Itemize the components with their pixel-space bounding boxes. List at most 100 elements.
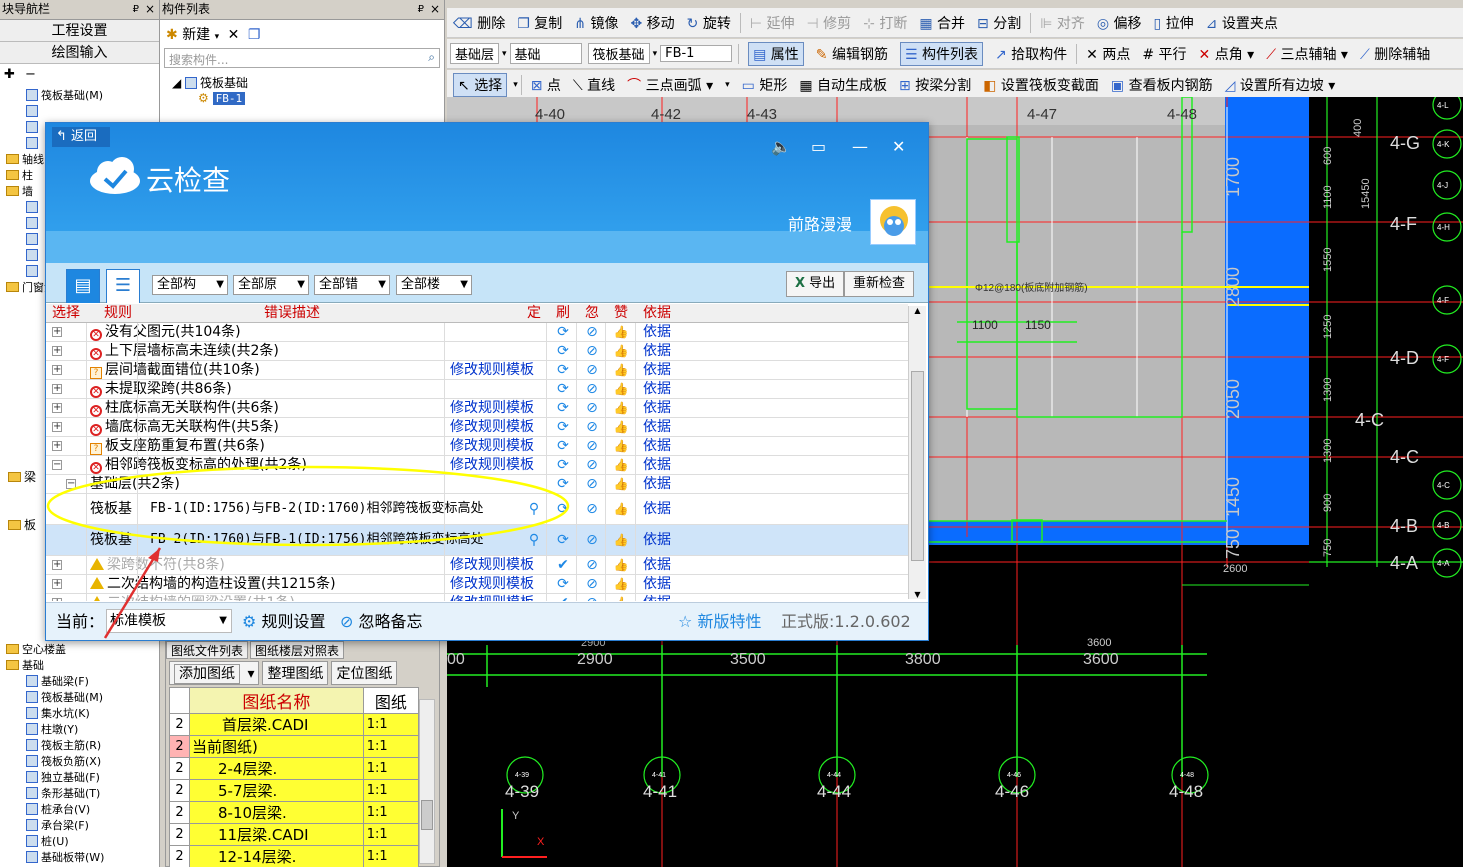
expand-icon[interactable]: + bbox=[52, 441, 62, 451]
two-point-button[interactable]: ✕ 两点 bbox=[1086, 44, 1130, 64]
toolbar-button-12[interactable]: ▯ 拉伸 bbox=[1154, 13, 1194, 33]
point-angle-button[interactable]: ✕ 点角 ▾ bbox=[1199, 44, 1255, 64]
modify-rule-template-link[interactable]: 修改规则模板 bbox=[450, 594, 534, 601]
error-group-row[interactable]: + ✕ 墙底标高无关联构件(共5条) 修改规则模板 ⟳ ⊘ 👍 依据 bbox=[46, 418, 908, 437]
close-icon[interactable]: ✕ bbox=[892, 137, 905, 156]
toolbar-button-9[interactable]: ⊟ 分割 bbox=[977, 13, 1021, 33]
avatar[interactable] bbox=[870, 199, 916, 245]
filter-cause[interactable]: 全部原 ▼ bbox=[233, 275, 309, 295]
scroll-thumb[interactable] bbox=[421, 800, 433, 830]
scroll-up-icon[interactable]: ▲ bbox=[909, 306, 926, 315]
drawing-row[interactable]: 2 11层梁.CADI 1:1 bbox=[169, 823, 420, 846]
pin-icon[interactable]: ₽ bbox=[133, 0, 139, 19]
ignore-icon[interactable]: ⊘ bbox=[582, 399, 602, 417]
chevron-down-icon[interactable]: ▾ bbox=[513, 80, 518, 90]
nav-tree-item[interactable]: 筏板基础(M) bbox=[0, 690, 159, 706]
error-group-row[interactable]: + ✕ 未提取梁跨(共86条) ⟳ ⊘ 👍 依据 bbox=[46, 380, 908, 399]
toolbar-button-7[interactable]: ⊹ 打断 bbox=[863, 13, 907, 33]
basis-link[interactable]: 依据 bbox=[643, 475, 671, 493]
basis-link[interactable]: 依据 bbox=[643, 594, 671, 601]
locate-icon[interactable] bbox=[524, 323, 544, 341]
pin-icon[interactable]: ₽ bbox=[418, 0, 424, 19]
drawing-row[interactable]: 2 2-4层梁. 1:1 bbox=[169, 757, 420, 780]
ignore-icon[interactable]: ⊘ bbox=[582, 418, 602, 436]
error-group-row[interactable]: +? 层间墙截面错位(共10条) 修改规则模板 ⟳ ⊘ 👍 依据 bbox=[46, 361, 908, 380]
expand-icon[interactable]: + bbox=[52, 579, 62, 589]
properties-button[interactable]: ▤ 属性 bbox=[748, 41, 804, 66]
error-group-row[interactable]: + 二次结构墙的圈梁设置(共1条) 修改规则模板 ✔ ⊘ 👍 依据 bbox=[46, 594, 908, 601]
export-button[interactable]: X 导出 bbox=[786, 271, 845, 297]
basis-link[interactable]: 依据 bbox=[643, 525, 671, 555]
select-button[interactable]: ↖ 选择 bbox=[453, 72, 508, 97]
expand-icon[interactable]: + bbox=[52, 403, 62, 413]
locate-icon[interactable] bbox=[524, 380, 544, 398]
delete-icon[interactable]: ✕ bbox=[228, 27, 240, 43]
split-by-beam-button[interactable]: ⊞ 按梁分割 bbox=[899, 75, 971, 95]
toolbar-button-6[interactable]: ⊣ 修剪 bbox=[806, 13, 851, 33]
list-view-icon[interactable]: ▤ bbox=[66, 269, 100, 303]
basis-link[interactable]: 依据 bbox=[643, 361, 671, 379]
basis-link[interactable]: 依据 bbox=[643, 456, 671, 474]
expand-icon[interactable]: + bbox=[52, 422, 62, 432]
error-group-row[interactable]: + 梁跨数不符(共8条) 修改规则模板 ✔ ⊘ 👍 依据 bbox=[46, 556, 908, 575]
nav-tree-item[interactable]: 桩承台(V) bbox=[0, 802, 159, 818]
toolbar-button-4[interactable]: ↻ 旋转 bbox=[687, 13, 731, 33]
error-group-row[interactable]: + ✕ 上下层墙标高未连续(共2条) ⟳ ⊘ 👍 依据 bbox=[46, 342, 908, 361]
locate-icon[interactable] bbox=[524, 437, 544, 455]
like-icon[interactable]: 👍 bbox=[611, 323, 631, 341]
ignore-icon[interactable]: ⊘ bbox=[582, 575, 602, 593]
nav-tree-item[interactable]: 筏板负筋(X) bbox=[0, 754, 159, 770]
basis-link[interactable]: 依据 bbox=[643, 323, 671, 341]
nav-tree-item[interactable] bbox=[0, 104, 159, 120]
filter-component[interactable]: 全部构 ▼ bbox=[152, 275, 228, 295]
line-button[interactable]: ⟍ 直线 bbox=[573, 75, 615, 95]
template-select[interactable]: 标准模板 ▼ bbox=[106, 609, 232, 633]
refresh-icon[interactable]: ⟳ bbox=[553, 380, 573, 398]
like-icon[interactable]: 👍 bbox=[611, 399, 631, 417]
tree-item-selected[interactable]: ⚙ FB-1 bbox=[172, 91, 444, 105]
nav-tree-item[interactable]: 柱墩(Y) bbox=[0, 722, 159, 738]
refresh-icon[interactable]: ⟳ bbox=[553, 399, 573, 417]
basis-link[interactable]: 依据 bbox=[643, 437, 671, 455]
like-icon[interactable]: 👍 bbox=[611, 437, 631, 455]
organize-drawing-button[interactable]: 整理图纸 bbox=[262, 661, 329, 685]
refresh-icon[interactable]: ✔ bbox=[553, 556, 573, 574]
refresh-icon[interactable]: ⟳ bbox=[553, 323, 573, 341]
expand-icon[interactable]: + bbox=[52, 598, 62, 601]
like-icon[interactable]: 👍 bbox=[611, 594, 631, 601]
locate-icon[interactable] bbox=[524, 342, 544, 360]
edit-rebar-button[interactable]: ✎ 编辑钢筋 bbox=[816, 44, 888, 64]
draw-input-button[interactable]: 绘图输入 bbox=[0, 42, 159, 64]
nav-side-label-slab[interactable]: 板 bbox=[8, 516, 36, 533]
close-icon[interactable]: × bbox=[430, 0, 440, 19]
error-group-row[interactable]: + ✕ 柱底标高无关联构件(共6条) 修改规则模板 ⟳ ⊘ 👍 依据 bbox=[46, 399, 908, 418]
ignore-icon[interactable]: ⊘ bbox=[582, 437, 602, 455]
ignore-icon[interactable]: ⊘ bbox=[582, 380, 602, 398]
drawing-row[interactable]: 2 5-7层梁. 1:1 bbox=[169, 779, 420, 802]
close-icon[interactable]: × bbox=[145, 0, 155, 19]
nav-tree-item[interactable]: 基础 bbox=[0, 658, 159, 674]
toolbar-button-8[interactable]: ▦ 合并 bbox=[919, 13, 965, 33]
locate-icon[interactable] bbox=[524, 575, 544, 593]
like-icon[interactable]: 👍 bbox=[611, 475, 631, 493]
toolbar-button-5[interactable]: ⊢ 延伸 bbox=[750, 13, 795, 33]
nav-tree-item[interactable]: 空心楼盖 bbox=[0, 642, 159, 658]
tab-floor-map[interactable]: 图纸楼层对照表 bbox=[250, 641, 345, 659]
basis-link[interactable]: 依据 bbox=[643, 575, 671, 593]
chevron-down-icon[interactable]: ▾ bbox=[653, 49, 658, 59]
toolbar-button-11[interactable]: ◎ 偏移 bbox=[1097, 13, 1142, 33]
locate-icon[interactable] bbox=[524, 594, 544, 601]
like-icon[interactable]: 👍 bbox=[611, 380, 631, 398]
nav-tree-item[interactable]: 桩(U) bbox=[0, 834, 159, 850]
toolbar-button-0[interactable]: ⌫ 删除 bbox=[453, 13, 505, 33]
minimize-icon[interactable]: — bbox=[852, 137, 868, 156]
expand-icon[interactable]: + bbox=[52, 346, 62, 356]
basis-link[interactable]: 依据 bbox=[643, 556, 671, 574]
drawing-row[interactable]: 2 首层梁.CADI 1:1 bbox=[169, 713, 420, 736]
like-icon[interactable]: 👍 bbox=[611, 361, 631, 379]
like-icon[interactable]: 👍 bbox=[611, 556, 631, 574]
basis-link[interactable]: 依据 bbox=[643, 399, 671, 417]
refresh-icon[interactable]: ⟳ bbox=[553, 342, 573, 360]
grid-scrollbar[interactable]: ▲ ▼ bbox=[908, 306, 926, 599]
shape-dropdown[interactable]: ▾ bbox=[725, 80, 730, 90]
